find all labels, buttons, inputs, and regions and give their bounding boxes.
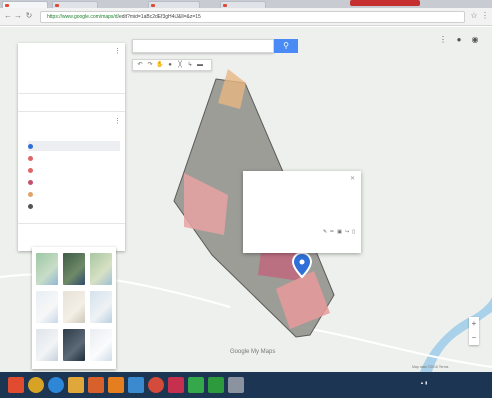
- select-tool-icon[interactable]: ✋: [156, 61, 164, 69]
- browser-tab[interactable]: [220, 1, 266, 8]
- layer-item[interactable]: [28, 141, 120, 151]
- layer-item-icon: [28, 167, 33, 173]
- app-task-icon[interactable]: [188, 377, 204, 393]
- redo-icon[interactable]: ↷: [146, 61, 154, 69]
- app-task-icon[interactable]: [228, 377, 244, 393]
- app-task-icon[interactable]: [208, 377, 224, 393]
- browser-menu-icon[interactable]: ⋮: [481, 11, 489, 21]
- start-button-icon[interactable]: [8, 377, 24, 393]
- basemap-thumb-terrain[interactable]: [90, 253, 112, 285]
- browser-tab[interactable]: [148, 1, 200, 8]
- divider: [18, 111, 125, 112]
- browser-tab[interactable]: [2, 1, 48, 8]
- basemap-thumb-simple-atlas[interactable]: [90, 291, 112, 323]
- map-canvas[interactable]: ⚲ ↶ ↷ ✋ ● ╳ ↳ ▬ ⋮ ● ◉ ⋮ ⋮ ✕ ✎ ✏ ▣ ↪ ▯ Go…: [0, 27, 492, 372]
- layer-item[interactable]: [28, 153, 120, 163]
- tab-favicon-icon: [151, 4, 155, 7]
- basemap-thumb-light-political[interactable]: [36, 291, 58, 323]
- road: [299, 326, 492, 368]
- layer-item-icon: [28, 179, 33, 185]
- basemap-thumb-satellite[interactable]: [63, 253, 85, 285]
- star-icon[interactable]: ☆: [470, 11, 478, 21]
- divider: [18, 223, 125, 224]
- layer-item[interactable]: [28, 177, 120, 187]
- system-tray-icons[interactable]: ▲ ▮: [420, 380, 427, 385]
- layer-item[interactable]: [28, 165, 120, 175]
- app-task-icon[interactable]: [168, 377, 184, 393]
- ruler-icon[interactable]: ▬: [196, 61, 204, 69]
- zoom-out-icon[interactable]: −: [469, 331, 479, 345]
- style-icon[interactable]: ✎: [323, 229, 327, 235]
- feature-actions: ✎ ✏ ▣ ↪ ▯: [323, 229, 355, 235]
- search-icon: ⚲: [283, 41, 289, 50]
- drawing-toolbar: ↶ ↷ ✋ ● ╳ ↳ ▬: [132, 59, 212, 71]
- window-controls[interactable]: [350, 0, 420, 6]
- browser-tab[interactable]: [52, 1, 98, 8]
- search-button[interactable]: ⚲: [274, 39, 298, 53]
- tab-favicon-icon: [223, 4, 227, 7]
- google-my-maps-logo: Google My Maps: [230, 349, 276, 355]
- layer-item[interactable]: [28, 201, 120, 211]
- layer-item[interactable]: [28, 189, 120, 199]
- notifications-icon[interactable]: ●: [454, 35, 464, 45]
- forward-icon[interactable]: →: [14, 11, 22, 21]
- layer-item-icon: [28, 143, 33, 149]
- browser-tab-strip: [0, 0, 492, 8]
- apps-grid-icon[interactable]: ⋮: [438, 35, 448, 45]
- map-footer-links[interactable]: Map data ©2016 Terms: [412, 365, 448, 369]
- basemap-thumb-light-landmass[interactable]: [36, 329, 58, 361]
- account-avatar-icon[interactable]: ◉: [470, 35, 480, 45]
- url-secure-part: https://www.google.com/maps/d/: [47, 14, 119, 20]
- browser-task-icon[interactable]: [28, 377, 44, 393]
- directions-icon[interactable]: ↪: [345, 229, 349, 235]
- reload-icon[interactable]: ↻: [25, 11, 33, 21]
- camera-icon[interactable]: ▣: [337, 229, 342, 235]
- vlc-task-icon[interactable]: [108, 377, 124, 393]
- marker-tool-icon[interactable]: ●: [166, 61, 174, 69]
- media-task-icon[interactable]: [88, 377, 104, 393]
- address-bar[interactable]: https://www.google.com/maps/d/edit?mid=1…: [40, 11, 465, 23]
- layer-item-icon: [28, 191, 33, 197]
- divider: [18, 93, 125, 94]
- basemap-thumb-dark-landmass[interactable]: [63, 329, 85, 361]
- basemap-thumb-mono-city[interactable]: [63, 291, 85, 323]
- delete-icon[interactable]: ▯: [352, 229, 355, 235]
- undo-icon[interactable]: ↶: [136, 61, 144, 69]
- map-options-icon[interactable]: ⋮: [114, 47, 121, 55]
- zoom-control: + −: [469, 317, 479, 345]
- tab-favicon-icon: [55, 4, 59, 7]
- line-tool-icon[interactable]: ╳: [176, 61, 184, 69]
- explorer-task-icon[interactable]: [68, 377, 84, 393]
- chrome-task-icon[interactable]: [148, 377, 164, 393]
- browser-toolbar: ← → ↻ https://www.google.com/maps/d/edit…: [0, 8, 492, 26]
- zoom-in-icon[interactable]: +: [469, 317, 479, 331]
- ie-task-icon[interactable]: [48, 377, 64, 393]
- edit-icon[interactable]: ✏: [330, 229, 334, 235]
- basemap-thumb-whitewater[interactable]: [90, 329, 112, 361]
- directions-tool-icon[interactable]: ↳: [186, 61, 194, 69]
- windows-taskbar: ▲ ▮: [0, 372, 492, 398]
- url-path: edit?mid=1aBc2dEf3gH4iJ&ll=&z=15: [118, 14, 201, 20]
- layer-item-icon: [28, 203, 33, 209]
- tab-favicon-icon: [5, 4, 9, 7]
- map-layers-panel: ⋮ ⋮: [18, 43, 125, 251]
- app-task-icon[interactable]: [128, 377, 144, 393]
- back-icon[interactable]: ←: [4, 11, 12, 21]
- basemap-thumb-map[interactable]: [36, 253, 58, 285]
- layer-item-icon: [28, 155, 33, 161]
- map-search-input[interactable]: [132, 39, 274, 53]
- close-icon[interactable]: ✕: [350, 175, 355, 182]
- layer-options-icon[interactable]: ⋮: [114, 117, 121, 125]
- feature-info-window: ✕ ✎ ✏ ▣ ↪ ▯: [243, 171, 361, 253]
- base-map-selector: [32, 247, 116, 369]
